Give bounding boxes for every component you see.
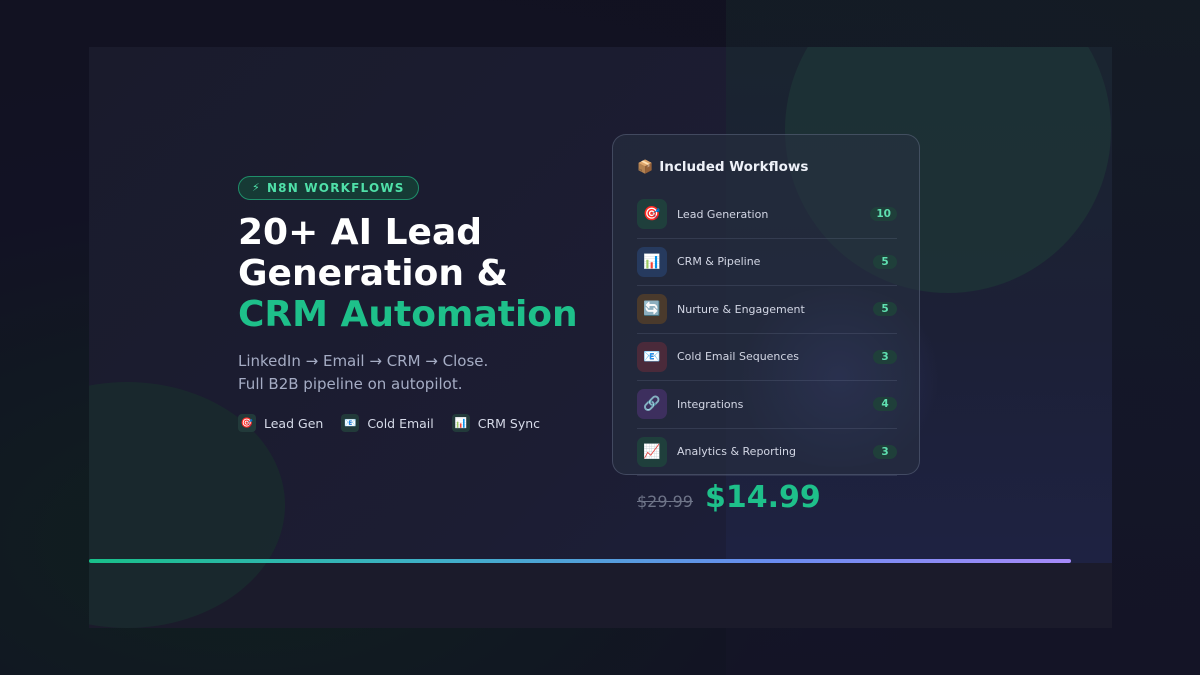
- pricing: $29.99 $14.99: [637, 480, 821, 515]
- card-title: 📦 Included Workflows: [637, 159, 808, 175]
- original-price: $29.99: [637, 492, 693, 511]
- link-icon: 🔗: [637, 389, 667, 420]
- headline-line-2: Generation &: [238, 253, 508, 294]
- workflow-count-badge: 5: [873, 302, 897, 317]
- workflow-label: Lead Generation: [677, 207, 769, 221]
- headline-line-1: 20+ AI Lead: [238, 212, 483, 253]
- subtitle-line-2: Full B2B pipeline on autopilot.: [238, 375, 463, 393]
- subtitle-line-1: LinkedIn → Email → CRM → Close.: [238, 352, 489, 370]
- package-icon: 📦: [637, 159, 654, 175]
- workflow-label: Analytics & Reporting: [677, 445, 796, 459]
- workflow-count-badge: 5: [873, 254, 897, 269]
- workflow-row-nurture-engagement: 🔄 Nurture & Engagement 5: [637, 286, 897, 334]
- workflow-row-crm-pipeline: 📊 CRM & Pipeline 5: [637, 239, 897, 286]
- promo-banner: ⚡ N8N WORKFLOWS 20+ AI Lead Generation &…: [0, 0, 1200, 675]
- workflow-row-lead-generation: 🎯 Lead Generation 10: [637, 191, 897, 239]
- gradient-divider-bar: [89, 559, 1071, 563]
- lightning-icon: ⚡: [252, 181, 261, 194]
- workflow-label: Nurture & Engagement: [677, 302, 805, 316]
- workflow-row-integrations: 🔗 Integrations 4: [637, 381, 897, 429]
- workflow-label: CRM & Pipeline: [677, 255, 761, 269]
- workflow-count-badge: 10: [870, 207, 897, 222]
- workflow-label: Integrations: [677, 397, 744, 411]
- bar-chart-icon: 📊: [637, 246, 667, 277]
- feature-tags: 🎯 Lead Gen 📧 Cold Email 📊 CRM Sync: [238, 414, 540, 432]
- badge-label: N8N WORKFLOWS: [266, 181, 405, 195]
- tag-label: Lead Gen: [264, 415, 324, 431]
- workflows-card: 📦 Included Workflows 🎯 Lead Generation 1…: [612, 134, 920, 476]
- target-icon: 🎯: [637, 199, 667, 230]
- email-icon: 📧: [637, 341, 667, 372]
- workflow-count-badge: 4: [873, 397, 897, 412]
- content-panel: [89, 47, 1112, 628]
- workflow-count-badge: 3: [873, 444, 897, 459]
- email-icon: 📧: [341, 414, 360, 432]
- workflow-count-badge: 3: [873, 349, 897, 364]
- target-icon: 🎯: [238, 414, 256, 432]
- headline: 20+ AI Lead Generation & CRM Automation: [238, 212, 598, 335]
- refresh-icon: 🔄: [637, 294, 667, 325]
- trend-chart-icon: 📈: [637, 436, 667, 467]
- tag-lead-gen: 🎯 Lead Gen: [238, 414, 323, 432]
- card-title-text: Included Workflows: [659, 159, 809, 175]
- tag-crm-sync: 📊 CRM Sync: [451, 414, 541, 432]
- workflow-list: 🎯 Lead Generation 10 📊 CRM & Pipeline 5 …: [637, 191, 897, 476]
- tag-cold-email: 📧 Cold Email: [341, 414, 434, 432]
- tag-label: CRM Sync: [477, 415, 541, 431]
- headline-accent: CRM Automation: [238, 294, 578, 335]
- tag-label: Cold Email: [367, 415, 434, 431]
- workflow-label: Cold Email Sequences: [677, 350, 799, 364]
- chart-icon: 📊: [451, 414, 470, 432]
- workflow-row-cold-email-sequences: 📧 Cold Email Sequences 3: [637, 334, 897, 381]
- workflows-badge: ⚡ N8N WORKFLOWS: [238, 176, 419, 200]
- sale-price: $14.99: [704, 480, 821, 515]
- subtitle: LinkedIn → Email → CRM → Close. Full B2B…: [238, 350, 578, 396]
- workflow-row-analytics-reporting: 📈 Analytics & Reporting 3: [637, 429, 897, 476]
